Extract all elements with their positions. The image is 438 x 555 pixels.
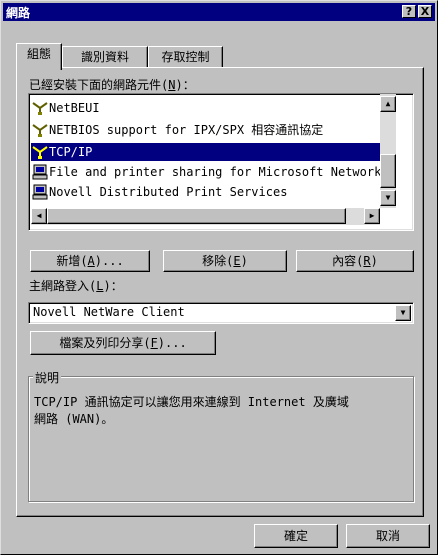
tab-configuration[interactable]: 組態 (16, 43, 62, 70)
scroll-up-button[interactable]: ▲ (380, 96, 396, 112)
primary-logon-value: Novell NetWare Client (33, 305, 185, 319)
help-button[interactable]: ? (402, 5, 416, 18)
ok-button[interactable]: 確定 (254, 524, 338, 548)
file-print-sharing-button[interactable]: 檔案及列印分享(F)... (30, 331, 216, 355)
vertical-scroll-thumb[interactable] (380, 154, 396, 188)
list-item[interactable]: NetBEUI (31, 99, 380, 117)
cancel-button[interactable]: 取消 (346, 524, 430, 548)
primary-logon-label: 主網路登入(L)： (29, 279, 123, 293)
protocol-icon (32, 146, 48, 159)
service-icon (32, 184, 48, 200)
list-item[interactable]: Novell Distributed Print Services (31, 183, 380, 201)
protocol-icon (32, 102, 48, 115)
horizontal-scroll-thumb[interactable] (47, 208, 346, 224)
title-bar[interactable]: 網路 ? X (3, 3, 435, 21)
scroll-down-button[interactable]: ▼ (380, 190, 396, 206)
close-button[interactable]: X (418, 5, 432, 18)
description-text-line1: TCP/IP 通訊協定可以讓您用來連線到 Internet 及廣域 (34, 395, 349, 409)
add-button[interactable]: 新增(A)... (30, 250, 150, 272)
properties-button[interactable]: 內容(R) (296, 250, 414, 272)
list-item-selected[interactable]: TCP/IP (31, 143, 380, 161)
scroll-right-button[interactable]: ▶ (364, 208, 380, 224)
window-title: 網路 (6, 6, 31, 20)
network-dialog: 網路 ? X 組態 識別資料 存取控制 已經安裝下面的網路元件(N)： NetB… (0, 0, 438, 555)
list-item[interactable]: NETBIOS support for IPX/SPX 相容通訊協定 (31, 121, 380, 139)
tab-identification[interactable]: 識別資料 (62, 46, 148, 68)
tab-access-control[interactable]: 存取控制 (148, 46, 223, 68)
list-item[interactable]: File and printer sharing for Microsoft N… (31, 163, 380, 181)
dropdown-arrow-icon[interactable]: ▼ (395, 305, 411, 321)
protocol-icon (32, 124, 48, 137)
scroll-left-button[interactable]: ◀ (31, 208, 47, 224)
components-list[interactable]: NetBEUI NETBIOS support for IPX/SPX 相容通訊… (28, 93, 414, 231)
components-label: 已經安裝下面的網路元件(N)： (29, 78, 195, 92)
primary-logon-select[interactable]: Novell NetWare Client ▼ (28, 302, 414, 324)
description-text-line2: 網路 (WAN)。 (34, 412, 114, 426)
description-title: 說明 (33, 369, 62, 386)
remove-button[interactable]: 移除(E) (163, 250, 287, 272)
service-icon (32, 164, 48, 180)
